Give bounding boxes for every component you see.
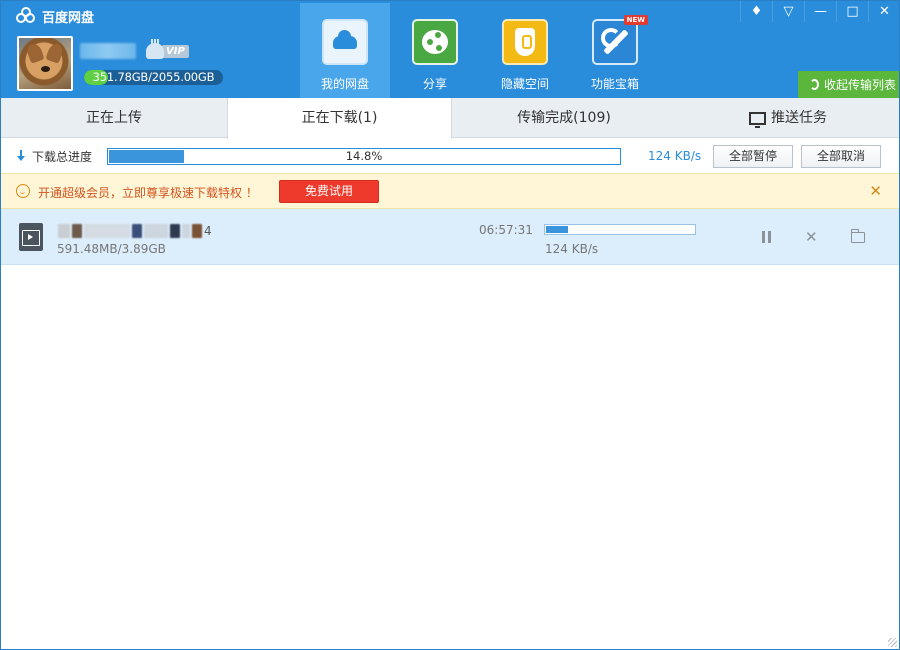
lock-icon	[502, 19, 548, 65]
nav-hidden-space-label: 隐藏空间	[500, 77, 549, 91]
window-controls: ♦ ▽ — □ ✕	[740, 0, 900, 22]
tab-push-tasks[interactable]: 推送任务	[676, 98, 900, 138]
download-arrow-icon	[17, 150, 25, 162]
collapse-transfer-list-button[interactable]: 收起传输列表	[798, 71, 900, 98]
item-progress-bar	[544, 224, 696, 235]
cancel-all-button[interactable]: 全部取消	[801, 145, 881, 168]
vip-promo-banner: 开通超级会员，立即尊享极速下载特权 ！ 免费试用 ✕	[0, 173, 900, 209]
total-progress-row: 下载总进度 14.8% 124 KB/s 全部暂停 全部取消	[0, 139, 900, 173]
redacted-name-segment	[192, 224, 202, 238]
username-redacted[interactable]	[80, 43, 136, 59]
tab-uploading-label: 正在上传	[86, 110, 142, 126]
new-badge: NEW	[623, 15, 648, 25]
nav-toolbox-label: 功能宝箱	[590, 77, 639, 91]
minimize-icon[interactable]: —	[804, 0, 836, 22]
tab-completed-label: 传输完成(109)	[517, 110, 611, 126]
close-icon[interactable]: ✕	[868, 0, 900, 22]
maximize-icon[interactable]: □	[836, 0, 868, 22]
redacted-name-segment	[170, 224, 180, 238]
transfer-tabs: 正在上传 正在下载(1) 传输完成(109) 推送任务	[0, 98, 900, 139]
video-file-icon	[19, 223, 43, 251]
collapse-label: 收起传输列表	[824, 78, 897, 92]
resize-grip-icon[interactable]	[888, 638, 897, 647]
tab-uploading[interactable]: 正在上传	[0, 98, 228, 138]
nav-my-disk[interactable]: 我的网盘	[300, 3, 390, 98]
cancel-download-icon[interactable]: ✕	[805, 228, 818, 246]
pause-icon[interactable]	[761, 231, 772, 243]
header: 百度网盘 VIP 351.78GB/2055.00GB 我的网盘 分享 隐藏空间…	[0, 0, 900, 98]
smile-icon	[16, 184, 30, 198]
storage-quota-bar[interactable]: 351.78GB/2055.00GB	[84, 70, 223, 85]
vip-label: VIP	[162, 44, 189, 58]
banner-close-icon[interactable]: ✕	[869, 182, 882, 200]
total-progress-percent: 14.8%	[345, 149, 383, 163]
cloud-disk-icon	[322, 19, 368, 65]
nav-hidden-space[interactable]: 隐藏空间	[480, 3, 570, 98]
menu-icon[interactable]: ▽	[772, 0, 804, 22]
redacted-name-segment	[58, 224, 70, 238]
redacted-name-segment	[144, 224, 168, 238]
app-title: 百度网盘	[16, 6, 94, 26]
download-item-row[interactable]: 4 591.48MB/3.89GB 06:57:31 124 KB/s ✕	[0, 209, 900, 265]
total-progress-bar: 14.8%	[107, 148, 621, 165]
tab-downloading-label: 正在下载(1)	[301, 110, 378, 126]
total-speed: 124 KB/s	[648, 149, 702, 163]
baidu-cloud-logo-icon	[16, 7, 38, 24]
storage-quota-text: 351.78GB/2055.00GB	[92, 70, 215, 84]
nav-share[interactable]: 分享	[390, 3, 480, 98]
tab-downloading[interactable]: 正在下载(1)	[227, 98, 452, 139]
item-speed: 124 KB/s	[545, 242, 599, 256]
redacted-name-segment	[72, 224, 82, 238]
tab-push-tasks-label: 推送任务	[771, 110, 827, 126]
file-name-suffix: 4	[204, 224, 212, 238]
app-title-text: 百度网盘	[42, 10, 95, 26]
redacted-name-segment	[84, 224, 130, 238]
tools-icon: NEW	[592, 15, 648, 65]
crown-icon	[146, 39, 164, 59]
pause-all-button[interactable]: 全部暂停	[713, 145, 793, 168]
nav-toolbox[interactable]: NEW 功能宝箱	[570, 3, 660, 98]
total-progress-label: 下载总进度	[32, 150, 93, 164]
tab-completed[interactable]: 传输完成(109)	[452, 98, 676, 138]
vip-badge[interactable]: VIP	[146, 39, 189, 60]
bell-icon[interactable]: ♦	[740, 0, 772, 22]
free-trial-button[interactable]: 免费试用	[279, 180, 379, 203]
avatar[interactable]	[17, 36, 73, 91]
file-name: 4	[58, 223, 212, 239]
collapse-icon	[810, 79, 819, 90]
vip-promo-text: 开通超级会员，立即尊享极速下载特权 ！	[38, 186, 258, 200]
file-size: 591.48MB/3.89GB	[57, 242, 166, 256]
open-folder-icon[interactable]	[850, 229, 865, 243]
monitor-icon	[749, 111, 766, 128]
share-icon	[412, 19, 458, 65]
redacted-name-segment	[132, 224, 142, 238]
redacted-name-segment	[182, 224, 190, 238]
nav-my-disk-label: 我的网盘	[320, 77, 369, 91]
time-remaining: 06:57:31	[479, 223, 533, 237]
nav-share-label: 分享	[422, 77, 447, 91]
item-progress-fill	[546, 226, 568, 233]
